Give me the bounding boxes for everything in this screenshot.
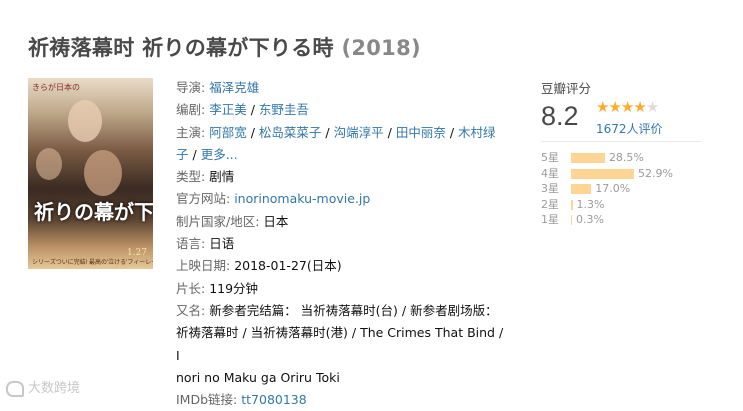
cast-link[interactable]: 子 <box>176 147 189 162</box>
watermark-text: 大数跨境 <box>28 381 81 396</box>
rating-bar <box>571 153 605 163</box>
country-row: 制片国家/地区: 日本 <box>176 211 506 233</box>
star-icon: ★ <box>633 99 646 116</box>
cast-link[interactable]: 沟端淳平 <box>334 125 384 140</box>
rating-bar <box>571 184 592 194</box>
star-icon: ★ <box>620 99 634 116</box>
language-label: 语言: <box>176 236 206 252</box>
country-label: 制片国家/地区: <box>176 213 260 229</box>
page-title: 祈祷落幕时 祈りの幕が下りる時 (2018) <box>28 32 421 62</box>
language-value: 日语 <box>209 236 235 252</box>
rating-star-label: 1星 <box>541 213 559 226</box>
rating-percent: 52.9% <box>638 166 673 180</box>
rating-percent: 17.0% <box>595 182 631 195</box>
runtime-row: 片长: 119分钟 <box>176 278 506 300</box>
language-row: 语言: 日语 <box>176 233 506 255</box>
rating-star-label: 5星 <box>541 151 559 164</box>
cast-row-continued: 子 / 更多... <box>176 146 238 162</box>
writer-row: 编剧: 李正美 / 东野圭吾 <box>176 102 309 118</box>
rating-bar <box>571 215 572 225</box>
rating-distribution-row: 1星 0.3% <box>541 212 673 228</box>
watermark-logo-icon <box>6 380 24 397</box>
director-row: 导演: 福泽克雄 <box>176 77 506 99</box>
movie-title: 祈祷落幕时 祈りの幕が下りる時 <box>28 36 334 60</box>
aka-value-continued: nori no Maku ga Oriru Toki <box>176 369 340 385</box>
rating-star-label: 2星 <box>541 197 559 211</box>
more-cast-link[interactable]: 更多... <box>201 147 238 162</box>
genre-value: 剧情 <box>209 169 235 185</box>
director-link[interactable]: 福泽克雄 <box>209 80 259 95</box>
rating-title: 豆瓣评分 <box>541 81 592 96</box>
writer-label: 编剧: <box>176 102 206 118</box>
poster-top-text: きらが日本の <box>32 83 80 92</box>
writer-link[interactable]: 东野圭吾 <box>259 102 309 117</box>
poster-title-text: 祈りの幕が下りる時 <box>34 200 153 224</box>
cast-row: 主演: 阿部宽 / 松岛菜菜子 / 沟端淳平 / 田中丽奈 / 木村绿 <box>176 124 496 140</box>
rating-distribution-row: 3星 17.0% <box>541 181 673 197</box>
vote-count-link[interactable]: 1672人评价 <box>596 120 663 137</box>
cast-link[interactable]: 阿部宽 <box>209 125 247 140</box>
star-icon: ★ <box>608 99 621 116</box>
website-link[interactable]: inorinomaku-movie.jp <box>234 191 370 206</box>
rating-bar <box>571 199 573 210</box>
rating-percent: 0.3% <box>576 213 604 226</box>
poster-bottom-text: シリーズついに完結! 最高の'泣ける'フィーレー <box>32 260 153 266</box>
country-value: 日本 <box>263 213 289 229</box>
cast-link[interactable]: 木村绿 <box>458 125 496 140</box>
imdb-row: IMDb链接: tt7080138 <box>176 389 506 411</box>
poster-figure <box>68 100 102 142</box>
poster-figure <box>84 150 122 196</box>
rating-stars: ★★★★★ <box>596 98 659 116</box>
aka-value: 新参者完结篇： 当祈祷落幕时(台) / 新参者剧场版： <box>209 302 498 318</box>
genre-label: 类型: <box>176 169 206 185</box>
aka-value-continued: 祈祷落幕时 / 当祈祷落幕时(港) / The Crimes That Bind… <box>176 325 504 363</box>
movie-poster[interactable]: きらが日本の 祈りの幕が下りる時 1.27 シリーズついに完結! 最高の'泣ける… <box>28 78 153 269</box>
star-icon: ★ <box>596 99 609 116</box>
runtime-value: 119分钟 <box>209 280 259 296</box>
watermark: 大数跨境 <box>6 377 80 397</box>
poster-figure <box>36 148 62 180</box>
release-value: 2018-01-27(日本) <box>234 258 342 274</box>
genre-row: 类型: 剧情 <box>176 166 506 188</box>
star-empty-icon: ★ <box>645 99 659 116</box>
rating-distribution: 5星 28.5% 4星 52.9% 3星 17.0% 2星 1.3% 1星 0.3% <box>541 150 673 228</box>
director-label: 导演: <box>176 80 206 95</box>
website-row: 官方网站: inorinomaku-movie.jp <box>176 188 506 210</box>
divider <box>541 141 701 142</box>
release-label: 上映日期: <box>176 258 231 274</box>
rating-distribution-row: 4星 52.9% <box>541 166 673 182</box>
rating-percent: 28.5% <box>608 151 644 164</box>
rating-bar <box>571 168 634 179</box>
rating-score: 8.2 <box>541 101 579 131</box>
website-label: 官方网站: <box>176 191 231 207</box>
movie-year: (2018) <box>341 36 421 60</box>
cast-link[interactable]: 松岛菜菜子 <box>259 125 322 140</box>
cast-link[interactable]: 田中丽奈 <box>396 125 446 140</box>
rating-distribution-row: 2星 1.3% <box>541 197 673 213</box>
aka-row: 又名: 新参者完结篇： 当祈祷落幕时(台) / 新参者剧场版： <box>176 300 506 322</box>
aka-label: 又名: <box>176 302 206 318</box>
rating-distribution-row: 5星 28.5% <box>541 150 673 166</box>
rating-star-label: 3星 <box>541 182 559 195</box>
release-row: 上映日期: 2018-01-27(日本) <box>176 255 506 277</box>
movie-info: 导演: 福泽克雄 编剧: 李正美 / 东野圭吾 主演: 阿部宽 / 松岛菜菜子 … <box>176 77 506 411</box>
runtime-label: 片长: <box>176 280 206 296</box>
writer-link[interactable]: 李正美 <box>209 102 247 117</box>
rating-star-label: 4星 <box>541 166 559 180</box>
rating-percent: 1.3% <box>576 197 605 211</box>
cast-label: 主演: <box>176 124 206 140</box>
